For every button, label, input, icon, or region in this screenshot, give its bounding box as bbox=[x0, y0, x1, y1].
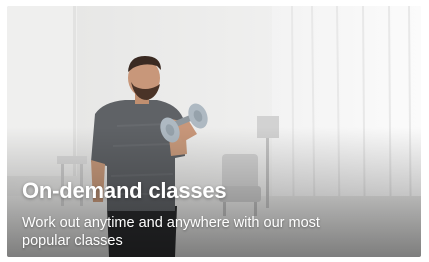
card-title: On-demand classes bbox=[22, 178, 227, 203]
on-demand-classes-card[interactable]: On-demand classes Work out anytime and a… bbox=[7, 6, 421, 257]
card-subtitle: Work out anytime and anywhere with our m… bbox=[22, 215, 320, 249]
